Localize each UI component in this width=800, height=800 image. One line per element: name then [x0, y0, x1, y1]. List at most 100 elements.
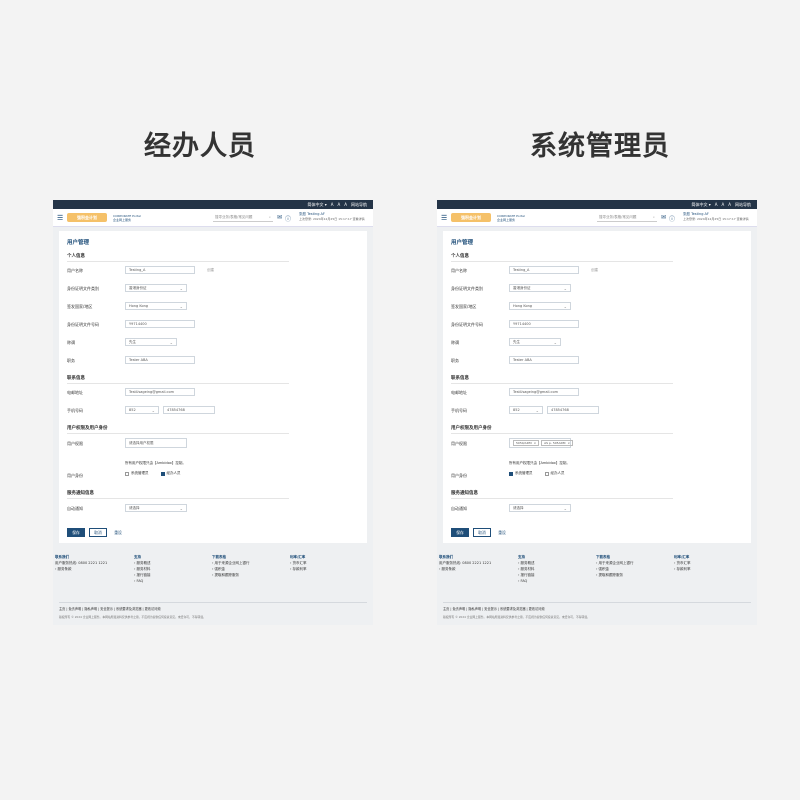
mail-icon[interactable]: ✉	[661, 214, 666, 223]
country-select[interactable]: Hong Kong ⌄	[125, 302, 187, 310]
country-select[interactable]: Hong Kong ⌄	[509, 302, 571, 310]
label-title: 称谓	[67, 340, 75, 345]
user-profile[interactable]: 张庭 Testing AF 上次登录: 2024年12月25日 15:17:17…	[683, 212, 749, 222]
id-number-field[interactable]: Y9714400	[509, 320, 579, 328]
footer-link[interactable]: › 存款利率	[290, 566, 307, 572]
screen-admin: 简体中文 ▾ A A A 网站导航 ☰ 强积金计划 CORPORATE Port…	[437, 200, 757, 625]
close-icon[interactable]: ×	[568, 441, 571, 445]
search-input[interactable]: 搜寻业务/表格/常见问题 ⌕	[597, 213, 657, 222]
menu-icon[interactable]: ☰	[57, 214, 65, 222]
footer-link[interactable]: › 服务条款	[439, 566, 491, 572]
notification-select[interactable]: 请选择 ⌄	[125, 504, 187, 512]
position-field[interactable]: Tester ABA	[509, 356, 579, 364]
cancel-button[interactable]: 取消	[473, 528, 491, 537]
label-email: 电邮地址	[451, 390, 467, 395]
mobile-number-field[interactable]: 47854768	[163, 406, 215, 414]
username-field[interactable]: Testing_A	[125, 266, 195, 274]
footer-link[interactable]: › 服务条款	[55, 566, 107, 572]
user-management-card: 用户管理 个人信息 用户名称 Testing_A 创建 身份证明文件类别 香港身…	[59, 231, 367, 543]
label-mobile: 手机号码	[67, 408, 83, 413]
label-id-type: 身份证明文件类别	[451, 286, 483, 291]
info-icon[interactable]: ⓘ	[285, 214, 291, 223]
footer-link[interactable]: › FAQ	[518, 578, 535, 584]
label-username: 用户名称	[67, 268, 83, 273]
user-profile[interactable]: 张庭 Testing AF 上次登录: 2024年12月25日 15:17:17…	[299, 212, 365, 222]
font-size-large[interactable]: A	[344, 202, 347, 207]
save-button[interactable]: 保存	[67, 528, 85, 537]
sitemap-link[interactable]: 网站导航	[735, 202, 751, 208]
footer-link[interactable]: › FAQ	[134, 578, 151, 584]
label-permission: 用户权限	[451, 441, 467, 446]
info-icon[interactable]: ⓘ	[669, 214, 675, 223]
username-note: 创建	[591, 268, 598, 272]
email-field[interactable]: TestUsageing@gmail.com	[125, 388, 195, 396]
role-admin-checkbox[interactable]: 系统管理员	[509, 471, 533, 476]
email-field[interactable]: TestUsageing@gmail.com	[509, 388, 579, 396]
font-size-small[interactable]: A	[331, 202, 334, 207]
label-role: 用户身份	[451, 473, 467, 478]
label-role: 用户身份	[67, 473, 83, 478]
checkbox-icon	[125, 471, 129, 476]
chevron-down-icon: ⌄	[563, 303, 567, 309]
language-select[interactable]: 简体中文 ▾	[691, 202, 710, 208]
role-operator-checkbox[interactable]: 经办人员	[544, 471, 565, 476]
permission-chip[interactable]: 5050/ADM ×	[513, 440, 540, 446]
footer-legal-links[interactable]: 主页 | 免责声明 | 隐私声明 | 安全提示 | 系统要求及浏览器 | 更改访…	[443, 606, 545, 611]
permission-multiselect[interactable]: 5050/ADM × AS p. 505ADM ×	[509, 438, 574, 448]
font-size-large[interactable]: A	[728, 202, 731, 207]
label-country: 签发国家/地区	[67, 304, 93, 309]
save-button[interactable]: 保存	[451, 528, 469, 537]
chevron-down-icon: ⌄	[535, 407, 539, 413]
mobile-code-select[interactable]: 852 ⌄	[125, 406, 159, 414]
font-size-medium[interactable]: A	[338, 202, 341, 207]
search-input[interactable]: 搜寻业务/表格/常见问题 ⌕	[213, 213, 273, 222]
role-options: 系统管理员 经办人员	[125, 471, 181, 476]
id-type-select[interactable]: 香港身份证 ⌄	[509, 284, 571, 292]
sitemap-link[interactable]: 网站导航	[351, 202, 367, 208]
footer-contact: 联系我们 用户服务热线: 0800 2221 1221 › 服务条款	[439, 555, 492, 572]
section-personal-info: 个人信息	[451, 254, 673, 262]
footer-link[interactable]: › 存款利率	[674, 566, 691, 572]
portal-name: CORPORATE Portal 企业网上服务	[113, 213, 141, 222]
footer-support: 支持 › 服务概述 › 服务材料 › 报行链接 › FAQ	[518, 555, 535, 584]
permission-multiselect[interactable]: 请选择用户权限	[125, 438, 187, 448]
id-number-field[interactable]: Y9714400	[125, 320, 195, 328]
reset-button[interactable]: 重设	[495, 528, 509, 537]
reset-button[interactable]: 重设	[111, 528, 125, 537]
footer-legal-links[interactable]: 主页 | 免责声明 | 隐私声明 | 安全提示 | 系统要求及浏览器 | 更改访…	[59, 606, 161, 611]
permission-chip[interactable]: AS p. 505ADM ×	[541, 440, 574, 446]
footer-contact: 联系我们 用户服务热线: 0800 2221 1221 › 服务条款	[55, 555, 108, 572]
role-operator-checkbox[interactable]: 经办人员	[160, 471, 181, 476]
font-size-medium[interactable]: A	[722, 202, 725, 207]
caption-operator: 经办人员	[144, 131, 256, 162]
title-select[interactable]: 先生 ⌄	[509, 338, 561, 346]
mail-icon[interactable]: ✉	[277, 214, 282, 223]
label-notification: 自动通知	[451, 506, 467, 511]
brand-logo[interactable]: 强积金计划	[451, 213, 491, 222]
brand-logo[interactable]: 强积金计划	[67, 213, 107, 222]
position-field[interactable]: Tester ABA	[125, 356, 195, 364]
search-icon[interactable]: ⌕	[269, 215, 271, 219]
title-select[interactable]: 先生 ⌄	[125, 338, 177, 346]
notification-select[interactable]: 请选择 ⌄	[509, 504, 571, 512]
footer-copyright: 版权所有 © 2024 企业网上服务。本网站所载资料仅供参考之用，不应视为提供任…	[443, 615, 590, 619]
id-type-select[interactable]: 香港身份证 ⌄	[125, 284, 187, 292]
section-notification: 服务通知信息	[67, 491, 289, 499]
cancel-button[interactable]: 取消	[89, 528, 107, 537]
menu-icon[interactable]: ☰	[441, 214, 449, 222]
search-icon[interactable]: ⌕	[653, 215, 655, 219]
site-header: ☰ 强积金计划 CORPORATE Portal 企业网上服务 搜寻业务/表格/…	[437, 209, 757, 227]
close-icon[interactable]: ×	[534, 441, 537, 445]
username-field[interactable]: Testing_A	[509, 266, 579, 274]
section-contact-info: 联系信息	[67, 376, 289, 384]
footer-link[interactable]: › 提取和跟踪服务	[596, 572, 634, 578]
mobile-number-field[interactable]: 47854768	[547, 406, 599, 414]
role-hint: 所有用户权限只由【Ambidox】控制。	[509, 461, 570, 465]
label-email: 电邮地址	[67, 390, 83, 395]
role-hint: 所有用户权限只由【Ambidox】控制。	[125, 461, 186, 465]
footer-link[interactable]: › 提取和跟踪服务	[212, 572, 250, 578]
language-select[interactable]: 简体中文 ▾	[307, 202, 326, 208]
font-size-small[interactable]: A	[715, 202, 718, 207]
role-admin-checkbox[interactable]: 系统管理员	[125, 471, 149, 476]
mobile-code-select[interactable]: 852 ⌄	[509, 406, 543, 414]
